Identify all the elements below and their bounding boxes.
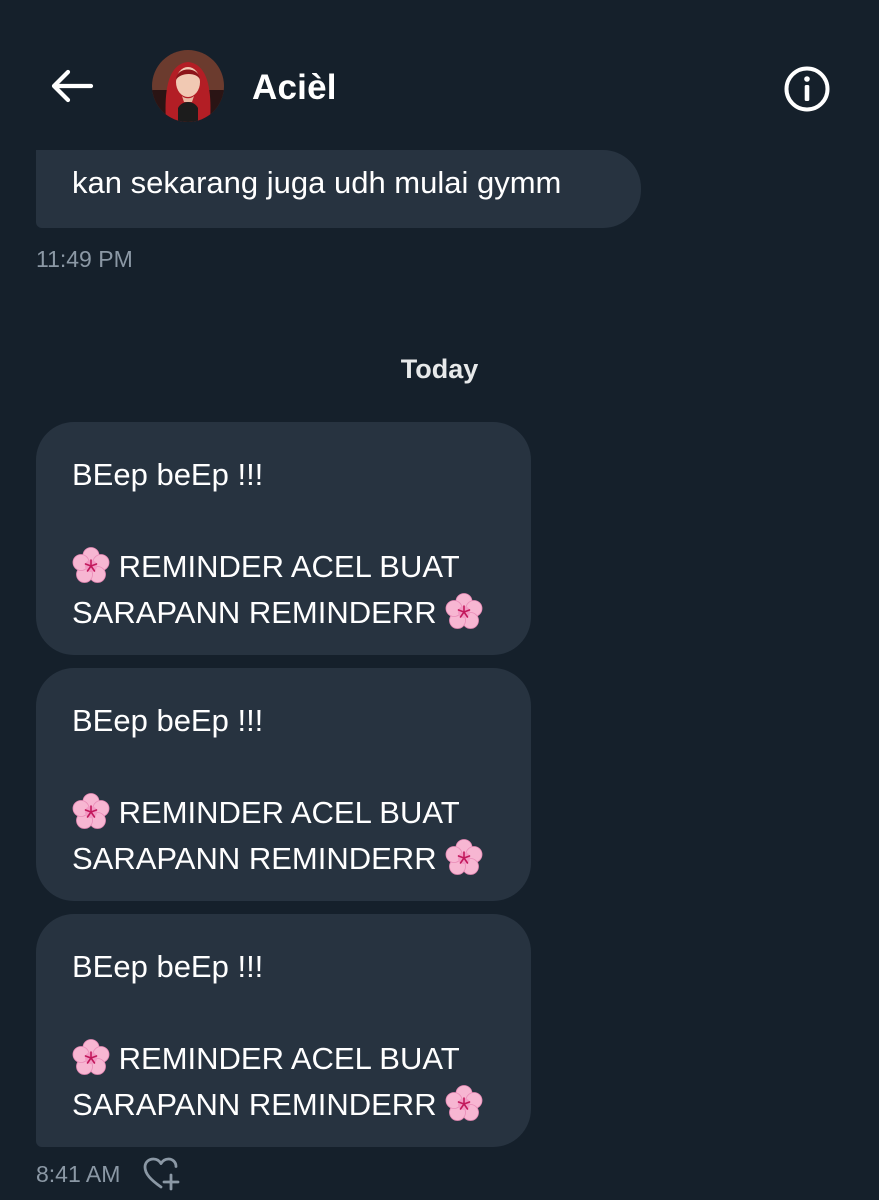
date-separator: Today	[400, 354, 479, 384]
message-line: BEep beEp !!!	[72, 457, 264, 492]
avatar[interactable]	[152, 50, 224, 122]
cherry-blossom-icon	[445, 1085, 484, 1122]
message-bubble-received[interactable]: BEep beEp !!! REMINDER ACEL BUAT SARAPAN…	[36, 422, 531, 655]
cherry-blossom-icon	[72, 547, 110, 584]
cherry-blossom-icon	[445, 593, 484, 630]
info-circle-icon	[784, 66, 830, 112]
message-bubble-received[interactable]: BEep beEp !!! REMINDER ACEL BUAT SARAPAN…	[36, 914, 531, 1147]
back-button[interactable]	[44, 58, 100, 114]
conversation-header: Acièl	[0, 0, 879, 150]
react-button[interactable]	[142, 1156, 182, 1192]
arrow-left-icon	[51, 69, 94, 103]
message-bubble-received[interactable]: BEep beEp !!! REMINDER ACEL BUAT SARAPAN…	[36, 668, 531, 901]
heart-plus-icon	[143, 1157, 180, 1191]
conversation-info-button[interactable]	[780, 62, 834, 116]
message-line: SARAPANN REMINDERR	[72, 841, 437, 876]
cherry-blossom-icon	[445, 839, 484, 876]
message-line: SARAPANN REMINDERR	[72, 595, 437, 630]
message-timestamp: 11:49 PM	[36, 246, 133, 272]
message-line: SARAPANN REMINDERR	[72, 1087, 437, 1122]
message-line: REMINDER ACEL BUAT	[118, 1041, 460, 1076]
message-line: BEep beEp !!!	[72, 703, 264, 738]
message-line: REMINDER ACEL BUAT	[118, 795, 460, 830]
message-timestamp: 8:41 AM	[36, 1161, 121, 1187]
contact-name[interactable]: Acièl	[252, 68, 337, 108]
cherry-blossom-icon	[72, 793, 110, 830]
message-text: kan sekarang juga udh mulai gymm	[72, 165, 562, 200]
cherry-blossom-icon	[72, 1039, 110, 1076]
message-line: BEep beEp !!!	[72, 949, 264, 984]
message-bubble-received[interactable]: kan sekarang juga udh mulai gymm	[36, 150, 641, 228]
message-line: REMINDER ACEL BUAT	[118, 549, 460, 584]
